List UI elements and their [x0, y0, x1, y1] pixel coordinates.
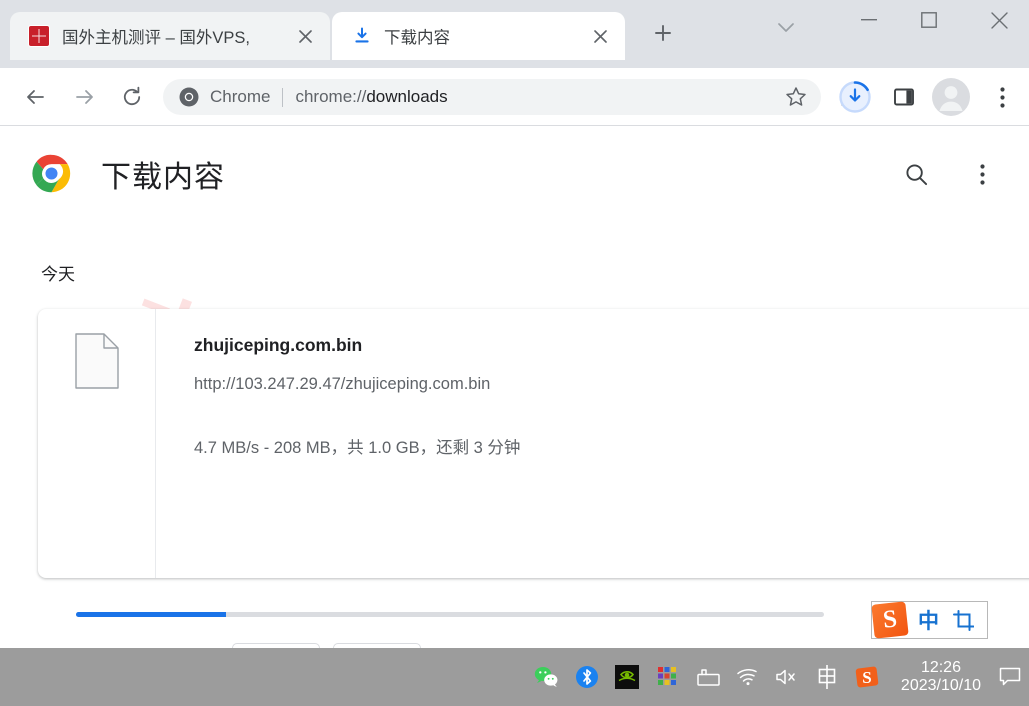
- download-icon: [355, 27, 369, 43]
- omnibox-url-scheme: chrome://: [295, 87, 367, 106]
- tab-downloads-label: 下载内容: [384, 29, 450, 47]
- tab-search-button[interactable]: [762, 8, 810, 48]
- omnibox-app-label: Chrome: [210, 87, 271, 106]
- section-date-label: 今天: [41, 265, 75, 284]
- download-item-card[interactable]: zhujiceping.com.bin http://103.247.29.47…: [38, 309, 1029, 648]
- windows-taskbar: S 12:26 2023/10/10: [0, 648, 1029, 706]
- reload-button[interactable]: [111, 76, 153, 118]
- omnibox-url-path: downloads: [366, 87, 448, 106]
- forward-button[interactable]: [64, 76, 106, 118]
- nvidia-icon[interactable]: [612, 663, 642, 691]
- window-maximize-button[interactable]: [905, 0, 953, 40]
- file-document-icon: [74, 333, 119, 389]
- tab-strip: 国外主机测评 – 国外VPS, 下载内容: [0, 0, 1029, 68]
- download-file-name[interactable]: zhujiceping.com.bin: [194, 335, 362, 356]
- downloads-page-header: 下载内容: [0, 127, 1029, 215]
- download-file-icon-column: [38, 309, 156, 578]
- color-grid-icon[interactable]: [652, 663, 682, 691]
- svg-text:S: S: [862, 668, 871, 687]
- new-tab-button[interactable]: [646, 16, 680, 50]
- speaker-muted-icon[interactable]: [772, 663, 802, 691]
- sogou-logo-icon[interactable]: S: [871, 601, 909, 639]
- window-close-button[interactable]: [975, 0, 1023, 40]
- download-progress-bar: [76, 612, 824, 617]
- download-status-text: 4.7 MB/s - 208 MB，共 1.0 GB，还剩 3 分钟: [194, 439, 521, 457]
- screenshot-crop-icon[interactable]: [953, 609, 974, 631]
- ime-chinese-icon[interactable]: [812, 663, 842, 691]
- sogou-ime-toolbar[interactable]: S 中: [871, 601, 988, 639]
- downloads-search-button[interactable]: [896, 154, 936, 194]
- chrome-logo-icon: [32, 154, 71, 193]
- address-bar[interactable]: Chrome chrome://downloads: [163, 79, 821, 115]
- battery-charging-icon[interactable]: [692, 663, 722, 691]
- back-button[interactable]: [14, 76, 56, 118]
- clock-time: 12:26: [920, 658, 961, 676]
- downloads-menu-button[interactable]: [962, 154, 1002, 194]
- page-title: 下载内容: [101, 161, 225, 194]
- notification-icon[interactable]: [991, 648, 1029, 706]
- omnibox-separator: [282, 87, 284, 107]
- download-source-url: http://103.247.29.47/zhujiceping.com.bin: [194, 375, 491, 393]
- bluetooth-icon[interactable]: [572, 663, 602, 691]
- browser-window: 国外主机测评 – 国外VPS, 下载内容 Chrome chrome://dow…: [0, 0, 1029, 706]
- chrome-logo-icon: [179, 87, 199, 107]
- taskbar-clock[interactable]: 12:26 2023/10/10: [901, 659, 981, 696]
- ime-mode-label[interactable]: 中: [918, 605, 939, 635]
- browser-menu-button[interactable]: [981, 76, 1023, 118]
- sogou-icon[interactable]: S: [852, 663, 882, 691]
- bookmark-star-button[interactable]: [775, 76, 817, 118]
- tab-downloads[interactable]: 下载内容: [332, 12, 625, 60]
- side-panel-button[interactable]: [883, 76, 925, 118]
- profile-avatar-button[interactable]: [930, 76, 972, 118]
- tab-close-icon[interactable]: [587, 23, 613, 49]
- wifi-icon[interactable]: [732, 663, 762, 691]
- wechat-icon[interactable]: [532, 663, 562, 691]
- clock-date: 2023/10/10: [900, 677, 981, 694]
- download-progress-fill: [76, 612, 226, 617]
- download-progress-button[interactable]: [834, 76, 876, 118]
- window-minimize-button[interactable]: [845, 0, 893, 40]
- browser-toolbar: Chrome chrome://downloads: [0, 68, 1029, 126]
- tab-close-icon[interactable]: [292, 23, 318, 49]
- tab-site-label: 国外主机测评 – 国外VPS,: [62, 29, 250, 47]
- site-seal-favicon: [28, 25, 50, 47]
- omnibox-url: chrome://downloads: [295, 87, 447, 107]
- system-tray: S 12:26 2023/10/10: [527, 648, 1029, 706]
- tab-site[interactable]: 国外主机测评 – 国外VPS,: [10, 12, 330, 60]
- downloads-page: zhujiceping.com 下载内容: [0, 127, 1029, 648]
